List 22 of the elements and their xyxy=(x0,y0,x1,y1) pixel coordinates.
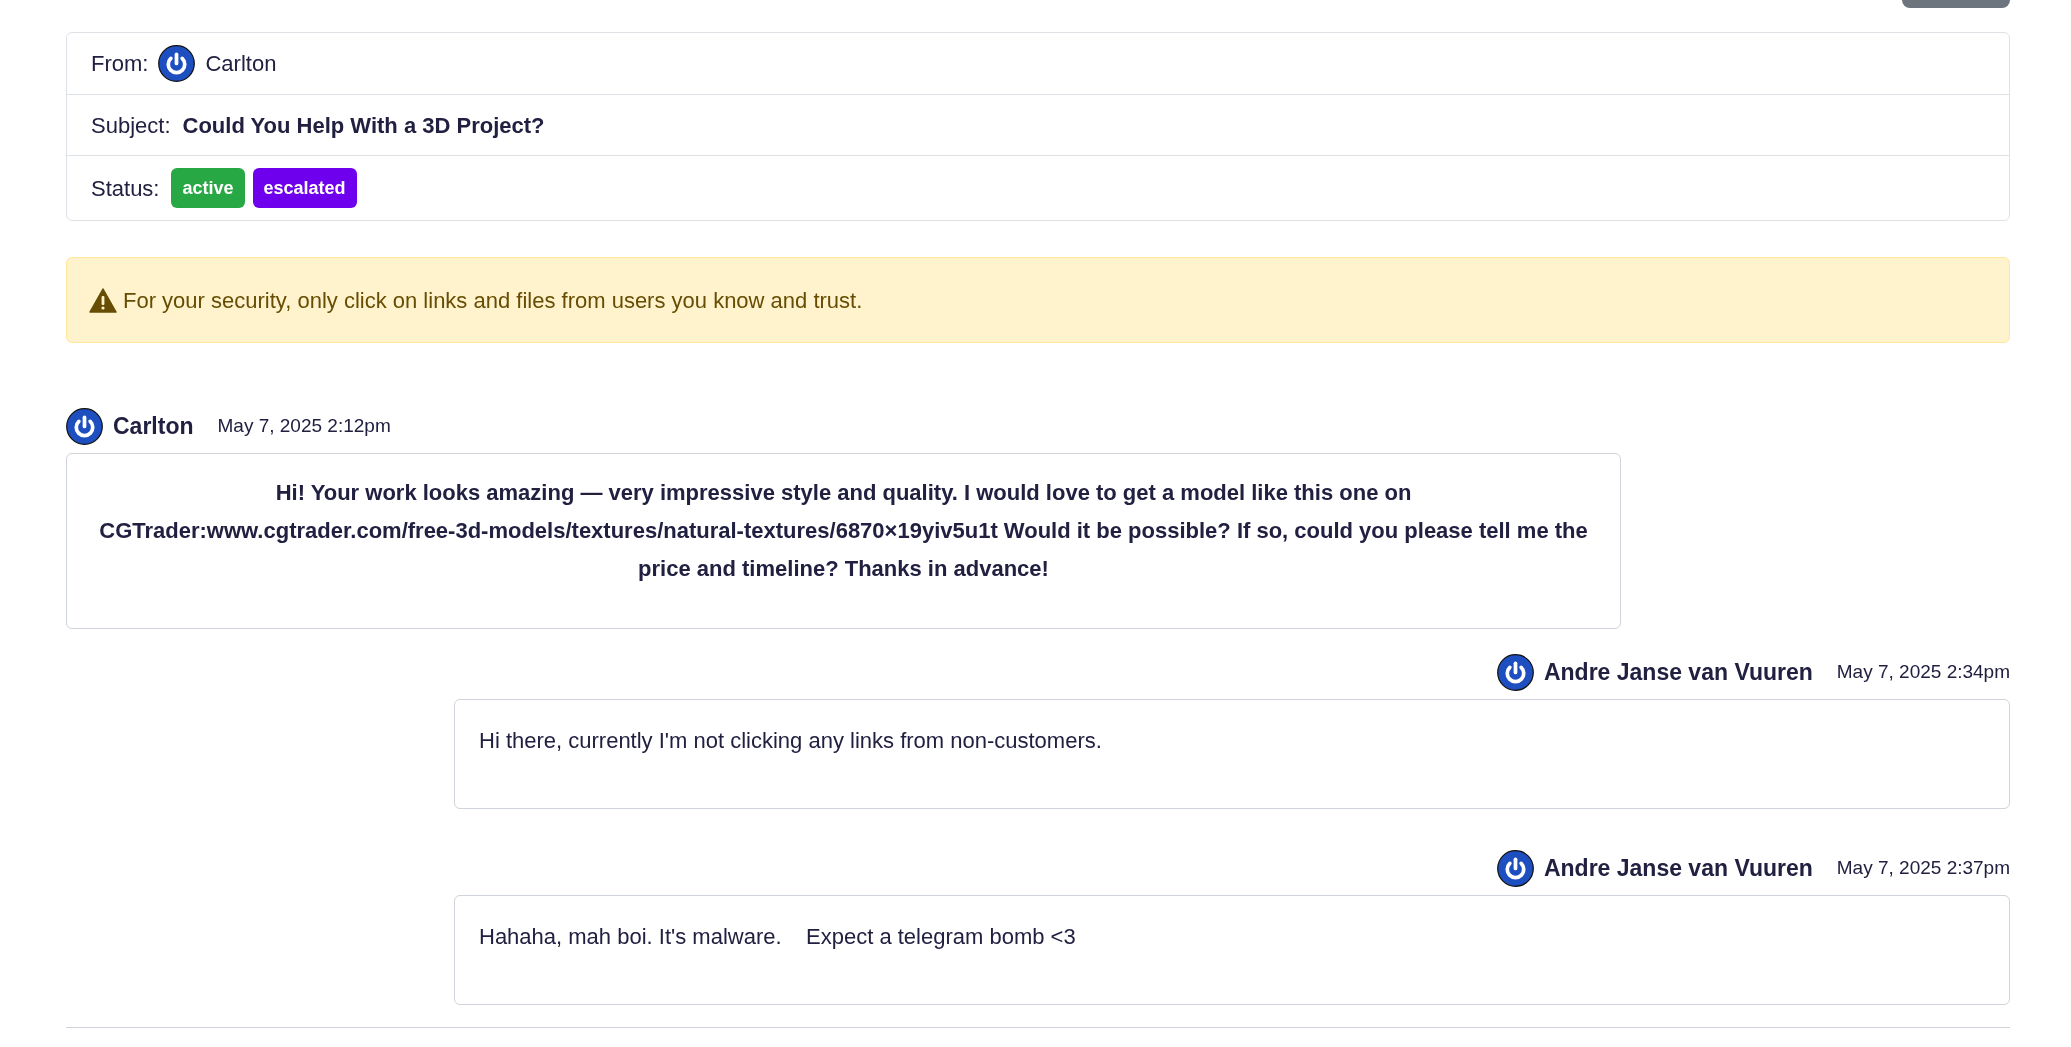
message-bubble: Hi there, currently I'm not clicking any links from non-customers. xyxy=(454,699,2010,809)
message-bubble: Hi! Your work looks amazing — very impressive style and quality. I would love to get a model like this one on CGTrader:www.cgtrader.com/free-3d-models/textures/natural-textures/6870×19yiv5u1t Would it be possible? If so, could you please tell me the price and timeline? Thanks in advance! xyxy=(66,453,1621,629)
author-name: Carlton xyxy=(113,411,194,441)
status-badge: active xyxy=(171,168,245,208)
author-name: Andre Janse van Vuuren xyxy=(1543,853,1813,883)
message-time: May 7, 2025 2:12pm xyxy=(217,413,391,438)
avatar-icon xyxy=(1496,653,1534,691)
message-time: May 7, 2025 2:34pm xyxy=(1836,659,2010,684)
author-name: Andre Janse van Vuuren xyxy=(1543,657,1813,687)
field-label: From: xyxy=(91,50,149,78)
avatar-icon xyxy=(66,407,103,445)
subject-text: Could You Help With a 3D Project? xyxy=(182,111,545,140)
field-label: Subject: xyxy=(91,111,171,140)
message-bubble: Hahaha, mah boi. It's malware. Expect a telegram bomb <3 xyxy=(454,895,2010,1005)
avatar-icon xyxy=(158,45,196,82)
status-badge: escalated xyxy=(252,168,357,208)
avatar-icon xyxy=(1496,849,1534,887)
field-label: Status: xyxy=(91,174,160,203)
message-time: May 7, 2025 2:37pm xyxy=(1836,855,2010,880)
sender-name: Carlton xyxy=(205,50,277,78)
warning-icon xyxy=(89,287,117,313)
warning-text: For your security, only click on links and files from users you know and trust. xyxy=(123,286,863,315)
